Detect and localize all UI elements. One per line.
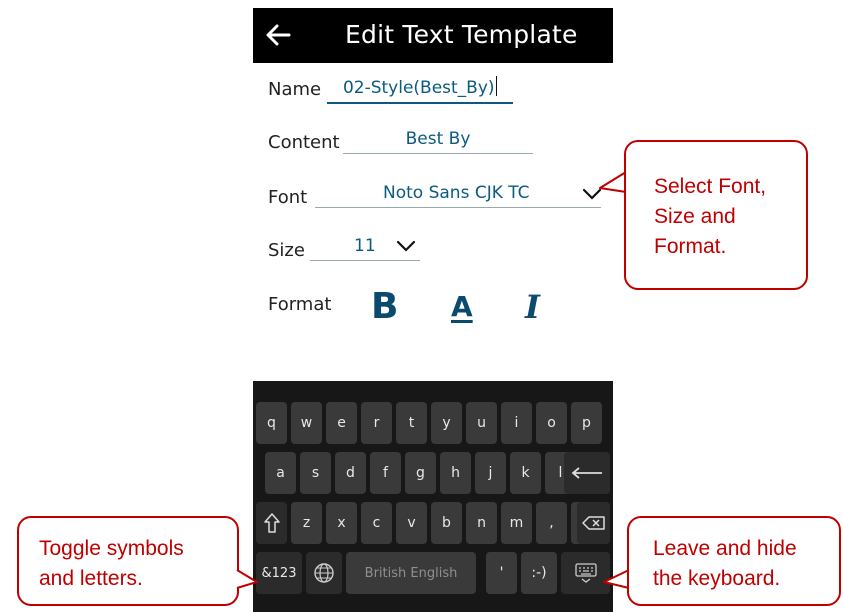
callout-hide-line1: Leave and hide	[653, 537, 797, 560]
key-v[interactable]: v	[396, 502, 427, 544]
space-bar[interactable]: British English	[346, 552, 476, 594]
callout-font-line2: Size and	[654, 205, 736, 228]
key-g[interactable]: g	[405, 452, 436, 494]
name-label: Name	[268, 79, 322, 100]
symbols-toggle-key[interactable]: &123	[256, 552, 302, 594]
callout-select-font: Select Font, Size and Format.	[624, 140, 808, 290]
callout-symbols-tail	[236, 569, 258, 589]
key-q[interactable]: q	[256, 402, 287, 444]
callout-hide-line2: the keyboard.	[653, 567, 781, 590]
key-n[interactable]: n	[466, 502, 497, 544]
underline-button[interactable]: A	[451, 290, 473, 323]
key-y[interactable]: y	[431, 402, 462, 444]
italic-button[interactable]: I	[525, 288, 540, 326]
callout-symbols-line1: Toggle symbols	[39, 537, 184, 560]
emoji-key[interactable]: :-)	[521, 552, 557, 594]
font-select[interactable]: Noto Sans CJK TC	[315, 183, 601, 208]
name-value: 02-Style(Best_By)	[342, 78, 495, 98]
font-value: Noto Sans CJK TC	[383, 183, 530, 203]
enter-key[interactable]	[564, 452, 610, 494]
key-a[interactable]: a	[265, 452, 296, 494]
key-e[interactable]: e	[326, 402, 357, 444]
key-j[interactable]: j	[475, 452, 506, 494]
key-s[interactable]: s	[300, 452, 331, 494]
key-b[interactable]: b	[431, 502, 462, 544]
key-o[interactable]: o	[536, 402, 567, 444]
bold-button[interactable]: B	[371, 286, 398, 327]
key-f[interactable]: f	[370, 452, 401, 494]
page-title: Edit Text Template	[345, 20, 578, 49]
content-input[interactable]: Best By	[343, 129, 533, 154]
shift-arrow-icon	[263, 513, 280, 533]
back-arrow-icon[interactable]	[263, 20, 293, 50]
key-comma[interactable]: ,	[536, 502, 567, 544]
key-p[interactable]: p	[571, 402, 602, 444]
shift-key[interactable]	[256, 502, 287, 544]
key-c[interactable]: c	[361, 502, 392, 544]
size-label: Size	[268, 240, 305, 261]
format-label: Format	[268, 294, 332, 315]
key-u[interactable]: u	[466, 402, 497, 444]
callout-hide-keyboard: Leave and hide the keyboard.	[627, 516, 841, 606]
keyboard-hide-icon	[574, 563, 597, 583]
apostrophe-key[interactable]: '	[486, 552, 517, 594]
phone-screen: Edit Text Template Name 02-Style(Best_By…	[253, 8, 613, 612]
language-key[interactable]	[306, 552, 342, 594]
text-cursor	[495, 76, 498, 96]
key-m[interactable]: m	[501, 502, 532, 544]
key-k[interactable]: k	[510, 452, 541, 494]
key-d[interactable]: d	[335, 452, 366, 494]
callout-symbols-line2: and letters.	[39, 567, 143, 590]
content-value: Best By	[405, 129, 471, 149]
callout-hide-tail	[603, 569, 630, 589]
key-h[interactable]: h	[440, 452, 471, 494]
key-i[interactable]: i	[501, 402, 532, 444]
callout-font-line3: Format.	[654, 235, 727, 258]
name-input[interactable]: 02-Style(Best_By)	[327, 76, 513, 104]
size-chevron-down-icon[interactable]	[396, 239, 416, 253]
key-x[interactable]: x	[326, 502, 357, 544]
enter-arrow-icon	[571, 467, 602, 479]
content-label: Content	[268, 132, 340, 153]
key-t[interactable]: t	[396, 402, 427, 444]
backspace-icon	[581, 516, 605, 530]
key-z[interactable]: z	[291, 502, 322, 544]
size-value: 11	[354, 236, 376, 256]
globe-icon	[314, 563, 334, 583]
app-header: Edit Text Template	[253, 8, 613, 63]
callout-toggle-symbols: Toggle symbols and letters.	[17, 516, 239, 606]
callout-font-line1: Select Font,	[654, 175, 767, 198]
key-r[interactable]: r	[361, 402, 392, 444]
font-label: Font	[268, 187, 308, 208]
key-w[interactable]: w	[291, 402, 322, 444]
onscreen-keyboard: q w e r t y u i o p a s d f g h j k l z …	[253, 381, 613, 612]
backspace-key[interactable]	[577, 502, 610, 544]
